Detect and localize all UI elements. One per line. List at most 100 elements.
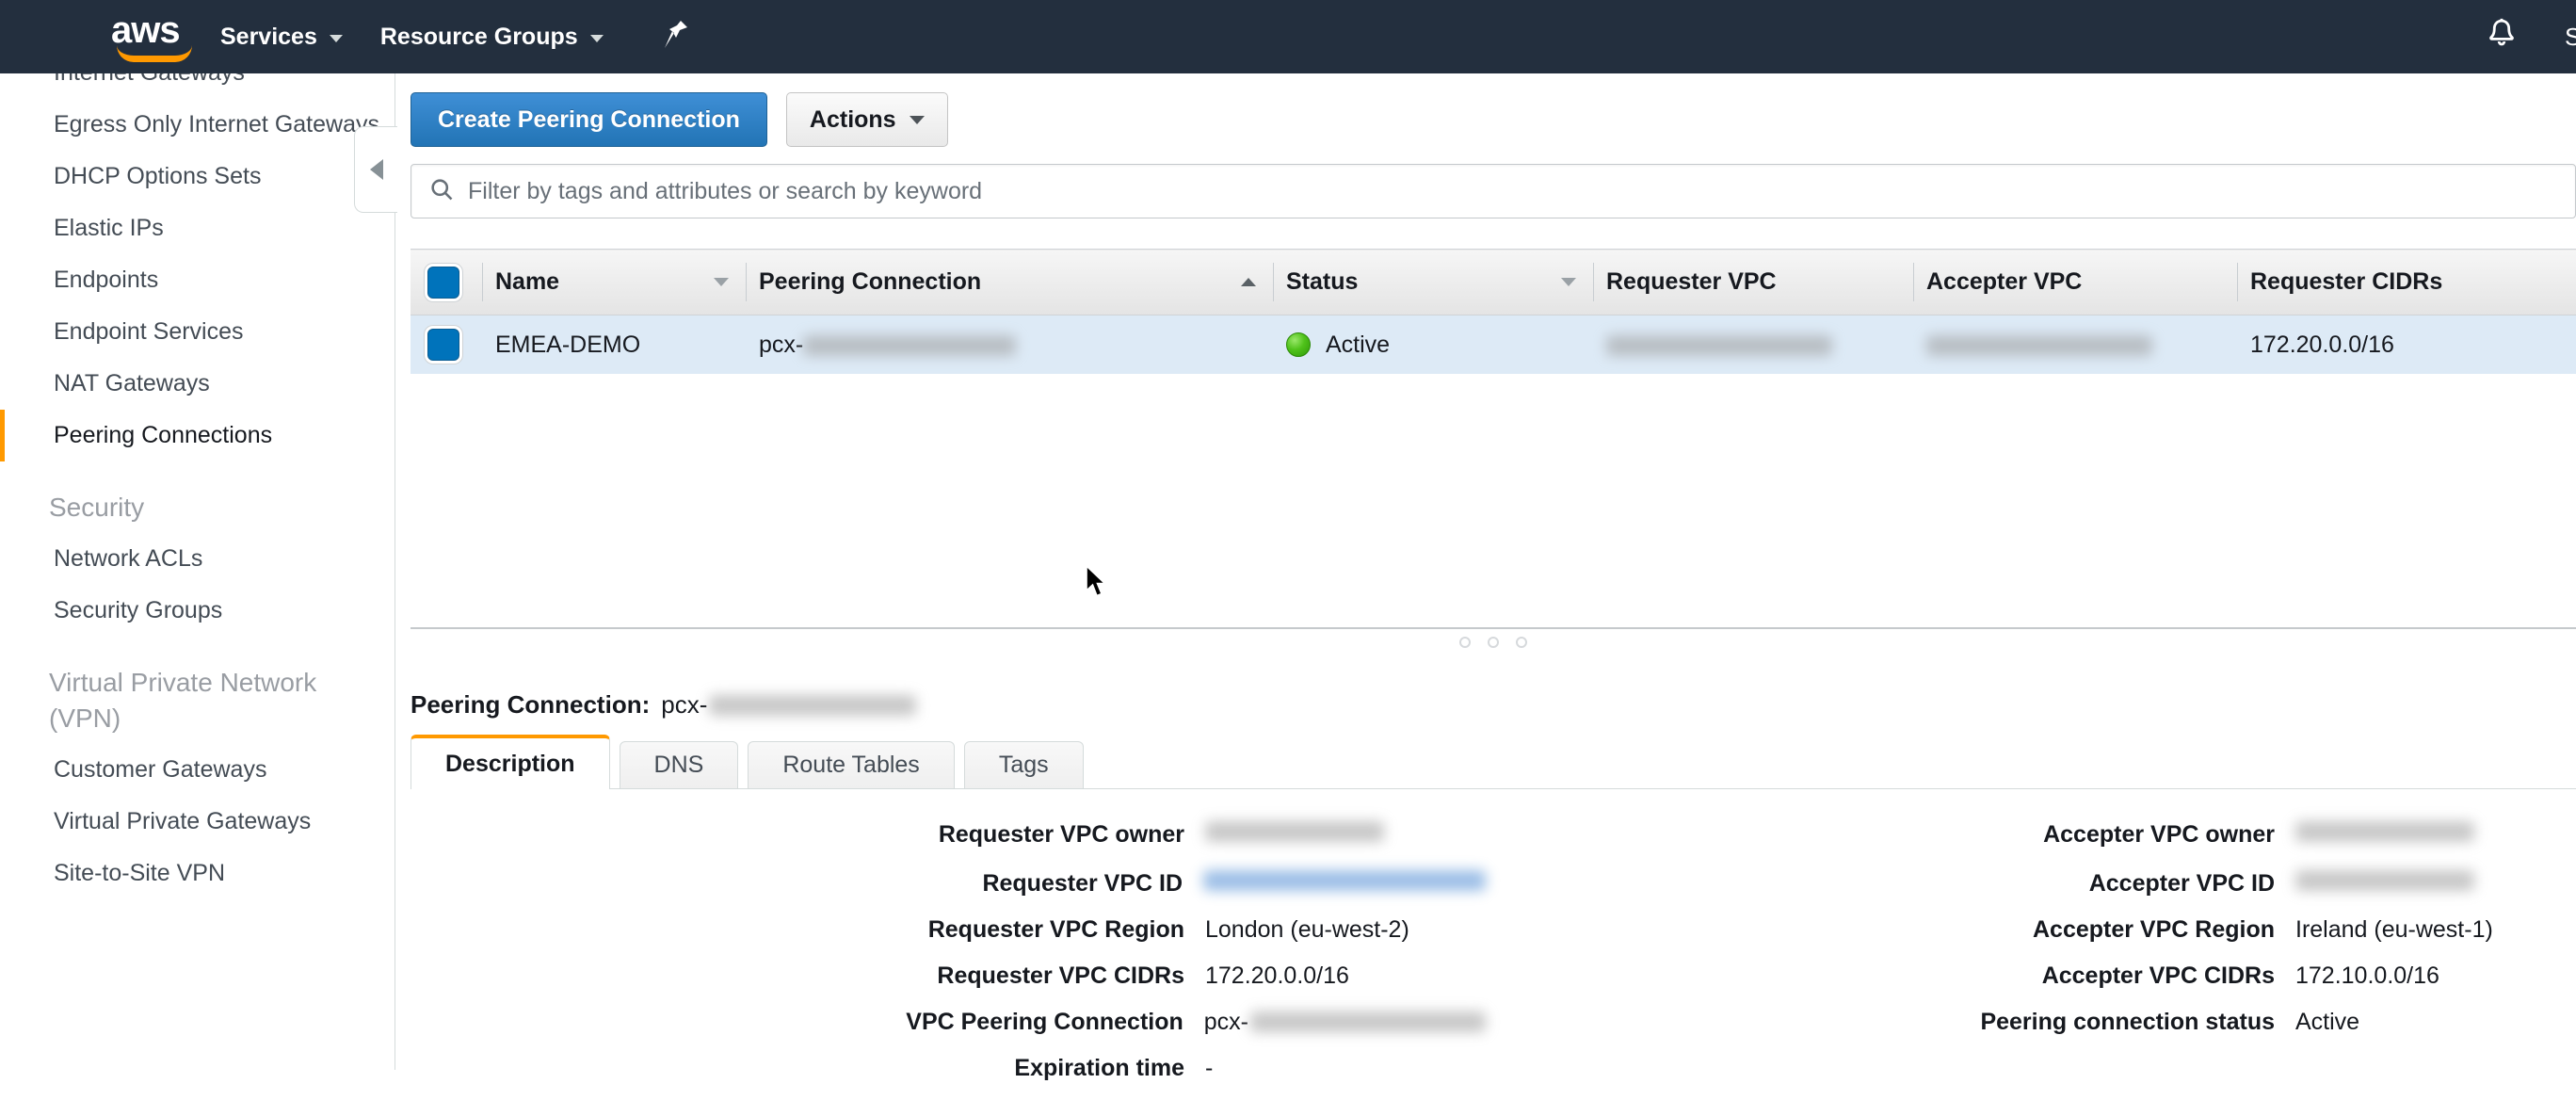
chevron-down-icon xyxy=(330,35,343,42)
detail-panel-tabs: Description DNS Route Tables Tags xyxy=(411,738,2576,789)
accepter-field-label-3: Accepter VPC CIDRs xyxy=(1486,962,2295,990)
redacted-value xyxy=(2295,870,2474,891)
cell-name: EMEA-DEMO xyxy=(482,315,746,375)
create-peering-connection-button[interactable]: Create Peering Connection xyxy=(411,92,767,147)
peering-connection-prefix: pcx- xyxy=(759,332,803,358)
tab-tags[interactable]: Tags xyxy=(964,741,1084,788)
sort-ascending-icon xyxy=(1241,278,1256,286)
sidebar-item-virtual-private-gateways[interactable]: Virtual Private Gateways xyxy=(0,796,394,848)
tab-route-tables[interactable]: Route Tables xyxy=(748,741,954,788)
tab-description[interactable]: Description xyxy=(411,735,610,789)
column-header-requester-vpc-label: Requester VPC xyxy=(1606,268,1777,295)
row-checkbox[interactable] xyxy=(427,329,459,361)
select-all-header[interactable] xyxy=(411,250,482,315)
left-sidebar[interactable]: Internet GatewaysEgress Only Internet Ga… xyxy=(0,73,395,1070)
accepter-field-value-2: Ireland (eu-west-1) xyxy=(2295,915,2493,944)
sidebar-item-customer-gateways[interactable]: Customer Gateways xyxy=(0,744,394,796)
column-divider xyxy=(746,263,747,301)
sidebar-item-security-groups[interactable]: Security Groups xyxy=(0,585,394,637)
column-header-name[interactable]: Name xyxy=(482,250,746,315)
peering-connections-table: Name Peering Connection xyxy=(411,249,2576,375)
row-select-cell[interactable] xyxy=(411,315,482,375)
nav-resource-groups[interactable]: Resource Groups xyxy=(362,0,622,73)
sidebar-item-peering-connections[interactable]: Peering Connections xyxy=(0,410,394,461)
sidebar-item-endpoints[interactable]: Endpoints xyxy=(0,254,394,306)
nav-resource-groups-label: Resource Groups xyxy=(380,24,578,51)
column-divider xyxy=(1913,263,1914,301)
accepter-field-value-4: Active xyxy=(2295,1008,2359,1036)
column-divider xyxy=(1273,263,1274,301)
requester-field-label-5: Expiration time xyxy=(395,1055,1205,1082)
table-header-row: Name Peering Connection xyxy=(411,250,2576,315)
search-input[interactable] xyxy=(468,178,2520,205)
requester-field-value-1[interactable] xyxy=(1203,866,1486,895)
column-divider xyxy=(482,263,483,301)
bell-notification-icon[interactable] xyxy=(2482,14,2521,60)
requester-field-value-4: pcx- xyxy=(1204,1008,1486,1036)
tab-dns[interactable]: DNS xyxy=(620,741,739,788)
search-icon xyxy=(428,176,455,207)
column-header-requester-vpc[interactable]: Requester VPC xyxy=(1593,250,1913,315)
actions-dropdown-button[interactable]: Actions xyxy=(786,92,948,147)
requester-field-value-0 xyxy=(1205,817,1384,846)
column-divider xyxy=(1593,263,1594,301)
user-menu-label[interactable]: Stev xyxy=(2565,23,2576,52)
sidebar-item-network-acls[interactable]: Network ACLs xyxy=(0,533,394,585)
sort-descending-icon xyxy=(1561,278,1576,286)
detail-field-row: Accepter VPC owner xyxy=(1486,817,2576,849)
aws-logo-wordmark: aws xyxy=(111,14,201,46)
detail-field-row: Accepter VPC ID xyxy=(1486,866,2576,898)
accepter-field-value-1 xyxy=(2295,866,2474,895)
requester-field-label-3: Requester VPC CIDRs xyxy=(395,962,1205,990)
sidebar-item-nat-gateways[interactable]: NAT Gateways xyxy=(0,358,394,410)
detail-field-row: Requester VPC ID xyxy=(395,866,1486,898)
sidebar-item-elastic-ips[interactable]: Elastic IPs xyxy=(0,202,394,254)
requester-field-value-text-5: - xyxy=(1205,1055,1213,1082)
column-header-requester-cidrs[interactable]: Requester CIDRs xyxy=(2237,250,2576,315)
select-all-checkbox[interactable] xyxy=(427,267,459,299)
aws-logo-smile xyxy=(117,45,192,62)
sidebar-item-endpoint-services[interactable]: Endpoint Services xyxy=(0,306,394,358)
sidebar-collapse-button[interactable] xyxy=(354,126,397,213)
content-toolbar: Create Peering Connection Actions xyxy=(411,92,948,147)
nav-services[interactable]: Services xyxy=(201,0,362,73)
detail-field-row: Expiration time- xyxy=(395,1054,1486,1082)
accepter-field-value-0 xyxy=(2295,817,2474,846)
requester-field-value-2: London (eu-west-2) xyxy=(1205,915,1409,944)
detail-field-row: VPC Peering Connectionpcx- xyxy=(395,1008,1486,1036)
nav-services-label: Services xyxy=(220,24,317,51)
detail-panel-title: Peering Connection: pcx- xyxy=(411,690,916,720)
sidebar-items-container: Internet GatewaysEgress Only Internet Ga… xyxy=(0,73,394,899)
sidebar-item-internet-gateways[interactable]: Internet Gateways xyxy=(0,73,394,99)
redacted-detail-peering-id xyxy=(709,695,916,716)
column-header-status[interactable]: Status xyxy=(1273,250,1593,315)
pin-icon[interactable] xyxy=(662,19,690,56)
sidebar-item-dhcp-options-sets[interactable]: DHCP Options Sets xyxy=(0,151,394,202)
sidebar-item-site-to-site-vpn[interactable]: Site-to-Site VPN xyxy=(0,848,394,899)
redacted-value xyxy=(1203,870,1486,891)
filter-search-bar[interactable] xyxy=(411,164,2576,218)
pin-glyph xyxy=(662,19,690,51)
redacted-accepter-vpc-id xyxy=(1926,335,2152,356)
accepter-field-label-0: Accepter VPC owner xyxy=(1486,821,2295,849)
detail-panel-title-value: pcx- xyxy=(661,690,707,720)
sidebar-item-egress-only-internet-gateways[interactable]: Egress Only Internet Gateways xyxy=(0,99,394,151)
accepter-field-value-text-3: 172.10.0.0/16 xyxy=(2295,962,2439,990)
column-header-name-label: Name xyxy=(495,268,559,296)
requester-field-label-2: Requester VPC Region xyxy=(395,916,1205,944)
resize-grip-dot xyxy=(1488,637,1499,648)
column-divider xyxy=(2237,263,2238,301)
sidebar-header-vpn: Virtual Private Network (VPN) xyxy=(0,637,394,744)
accepter-field-label-4: Peering connection status xyxy=(1486,1009,2295,1036)
cell-accepter-vpc xyxy=(1913,315,2237,375)
aws-logo[interactable]: aws xyxy=(111,14,201,59)
detail-field-row: Peering connection statusActive xyxy=(1486,1008,2576,1036)
column-header-accepter-vpc[interactable]: Accepter VPC xyxy=(1913,250,2237,315)
table-row[interactable]: EMEA-DEMO pcx- Active xyxy=(411,315,2576,375)
requester-field-value-3: 172.20.0.0/16 xyxy=(1205,962,1349,990)
column-header-peering-connection[interactable]: Peering Connection xyxy=(746,250,1273,315)
panel-resize-handle[interactable] xyxy=(411,627,2576,655)
chevron-down-icon xyxy=(590,35,604,42)
sidebar-header-security: Security xyxy=(0,461,394,533)
column-header-peering-connection-label: Peering Connection xyxy=(759,268,981,296)
